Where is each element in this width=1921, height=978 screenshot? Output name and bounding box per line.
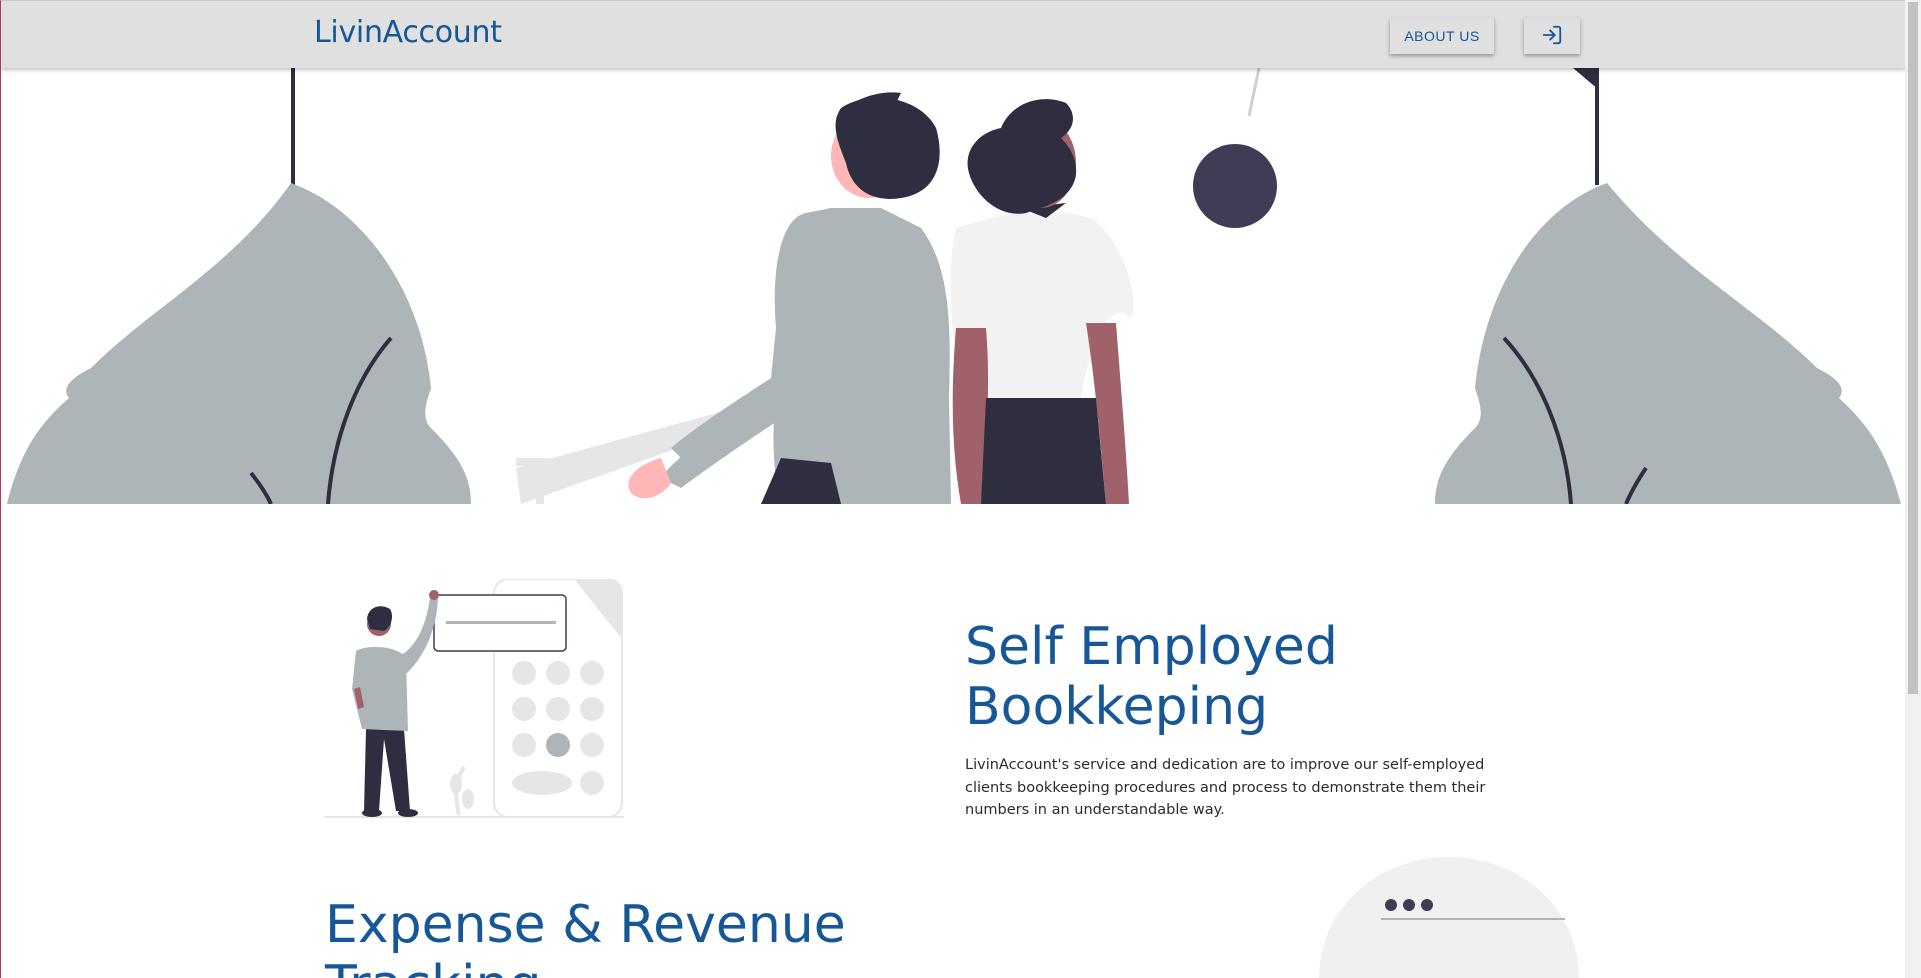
feature-description-bookkeeping: LivinAccount's service and dedication ar… — [965, 757, 1486, 818]
feature-title-tracking: Expense & Revenue Tracking — [325, 895, 846, 978]
feature-title-bookkeeping: Self Employed Bookkeping — [965, 617, 1338, 737]
about-us-button[interactable]: ABOUT US — [1390, 18, 1494, 54]
brand-logo[interactable]: LivinAccount — [314, 15, 502, 50]
login-button[interactable] — [1524, 18, 1580, 54]
calculator-illustration — [324, 578, 624, 819]
navbar: LivinAccount ABOUT US — [1, 1, 1905, 68]
page-scrollbar[interactable] — [1905, 0, 1921, 978]
scrollbar-thumb[interactable] — [1908, 2, 1918, 694]
hero-illustration — [1, 68, 1905, 504]
browser-window-illustration — [1319, 857, 1589, 978]
page: LivinAccount ABOUT US Self Employed Book… — [0, 0, 1905, 978]
login-icon — [1541, 24, 1563, 49]
